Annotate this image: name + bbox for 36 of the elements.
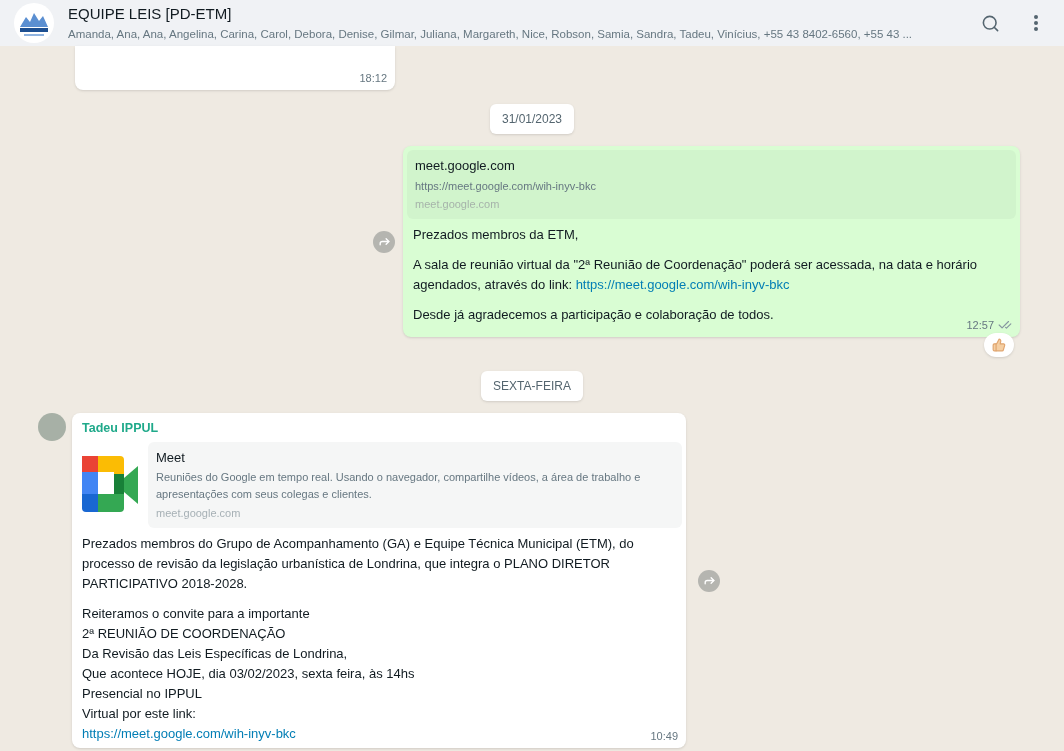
- message-text: Presencial no IPPUL: [82, 684, 203, 703]
- message-time: 10:49: [650, 728, 678, 744]
- group-members: Amanda, Ana, Ana, Angelina, Carina, Carol, Debora, Denise, Gilmar, Juliana, Margareth, Nice, Robson, Samia, Sandra, Tadeu, Vinícius, +55 43 8402-6560, +55 43 ...: [68, 26, 914, 42]
- avatar[interactable]: [38, 413, 66, 441]
- message-text: 2ª REUNIÃO DE COORDENAÇÃO: [82, 624, 287, 643]
- date-chip: 31/01/2023: [489, 104, 575, 134]
- message-text: Da Revisão das Leis Específicas de Londrina,: [82, 644, 349, 663]
- preview-description: Reuniões do Google em tempo real. Usando o navegador, compartilhe vídeos, a área de trabalho e apresentações com seus colegas e clientes.: [156, 470, 642, 503]
- thumbs-up-icon: [992, 338, 1006, 352]
- search-icon: [980, 13, 1000, 33]
- group-logo-icon[interactable]: [14, 3, 54, 43]
- message-text: A sala de reunião virtual da "2ª Reunião de Coordenação" poderá ser acessada, na data e horário agendados, através do link: https://meet.google.com/wih-inyv-bkc: [413, 255, 979, 294]
- message-text: Virtual por este link:: [82, 704, 197, 723]
- menu-icon: [1034, 15, 1038, 31]
- meeting-link[interactable]: https://meet.google.com/wih-inyv-bkc: [82, 723, 296, 744]
- link-preview[interactable]: meet.google.com https://meet.google.com/wih-inyv-bkc meet.google.com: [407, 150, 1016, 219]
- message-text: Prezados membros da ETM,: [413, 225, 580, 244]
- forward-button[interactable]: [698, 569, 720, 592]
- date-chip: SEXTA-FEIRA: [481, 371, 583, 401]
- message-text: Prezados membros do Grupo de Acompanhamento (GA) e Equipe Técnica Municipal (ETM), do processo de revisão da legislação urbanística de Londrina, que integra o PLANO DIRETOR PARTICIPATIVO 2018-2028.: [82, 534, 635, 593]
- preview-title: meet.google.com: [415, 157, 516, 175]
- chat-title: EQUIPE LEIS [PD-ETM]: [68, 4, 233, 25]
- message-time: 12:57: [966, 317, 994, 333]
- preview-url: https://meet.google.com/wih-inyv-bkc: [415, 178, 597, 194]
- preview-site: meet.google.com: [415, 197, 501, 212]
- sender-name: Tadeu IPPUL: [81, 420, 160, 437]
- message-text: Que acontece HOJE, dia 03/02/2023, sexta feira, às 14hs: [82, 664, 416, 683]
- preview-title: Meet: [156, 448, 186, 467]
- forward-icon: [377, 235, 391, 248]
- meeting-link[interactable]: https://meet.google.com/wih-inyv-bkc: [575, 276, 790, 292]
- preview-site: meet.google.com: [156, 506, 242, 522]
- message-time: 18:12: [359, 70, 387, 86]
- reaction-chip[interactable]: [984, 333, 1014, 357]
- message-text: Reiteramos o convite para a importante: [82, 604, 311, 623]
- link-preview[interactable]: Meet Reuniões do Google em tempo real. Usando o navegador, compartilhe vídeos, a área de trabalho e apresentações com seus colegas e clientes. meet.google.com: [148, 441, 682, 528]
- forward-button[interactable]: [373, 230, 395, 253]
